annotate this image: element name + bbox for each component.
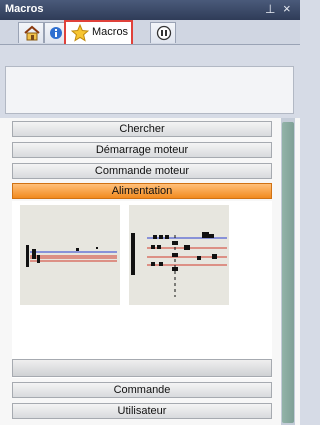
tab-tools[interactable] xyxy=(150,22,176,43)
macro-thumbnail-2[interactable] xyxy=(129,205,229,305)
panel-title: Macros xyxy=(5,3,44,15)
scrollbar-thumb[interactable] xyxy=(282,122,294,423)
macro-preview-panel xyxy=(5,66,294,114)
tab-macros-label: Macros xyxy=(92,26,129,38)
panel-title-bar: Macros ⊥ × xyxy=(0,0,300,20)
category-demarrage-moteur[interactable]: Démarrage moteur xyxy=(12,142,272,158)
macro-thumbnail-1[interactable] xyxy=(20,205,120,305)
category-commande-moteur[interactable]: Commande moteur xyxy=(12,163,272,179)
category-commande[interactable]: Commande xyxy=(12,382,272,398)
category-utilisateur[interactable]: Utilisateur xyxy=(12,403,272,419)
category-chercher[interactable]: Chercher xyxy=(12,121,272,137)
gallery-scroll-bar[interactable] xyxy=(12,359,272,377)
distribution-schematic-icon xyxy=(131,232,227,297)
tab-home[interactable] xyxy=(18,22,44,43)
home-icon xyxy=(24,25,40,41)
power-supply-symbol-icon xyxy=(26,245,117,267)
tab-info[interactable] xyxy=(44,22,66,43)
pin-icon[interactable]: ⊥ xyxy=(265,2,275,16)
info-icon xyxy=(50,27,62,39)
close-icon[interactable]: × xyxy=(283,1,291,16)
tab-macros[interactable]: Macros xyxy=(64,20,133,44)
tools-icon xyxy=(156,25,172,41)
category-alimentation[interactable]: Alimentation xyxy=(12,183,272,199)
star-icon xyxy=(71,24,89,42)
